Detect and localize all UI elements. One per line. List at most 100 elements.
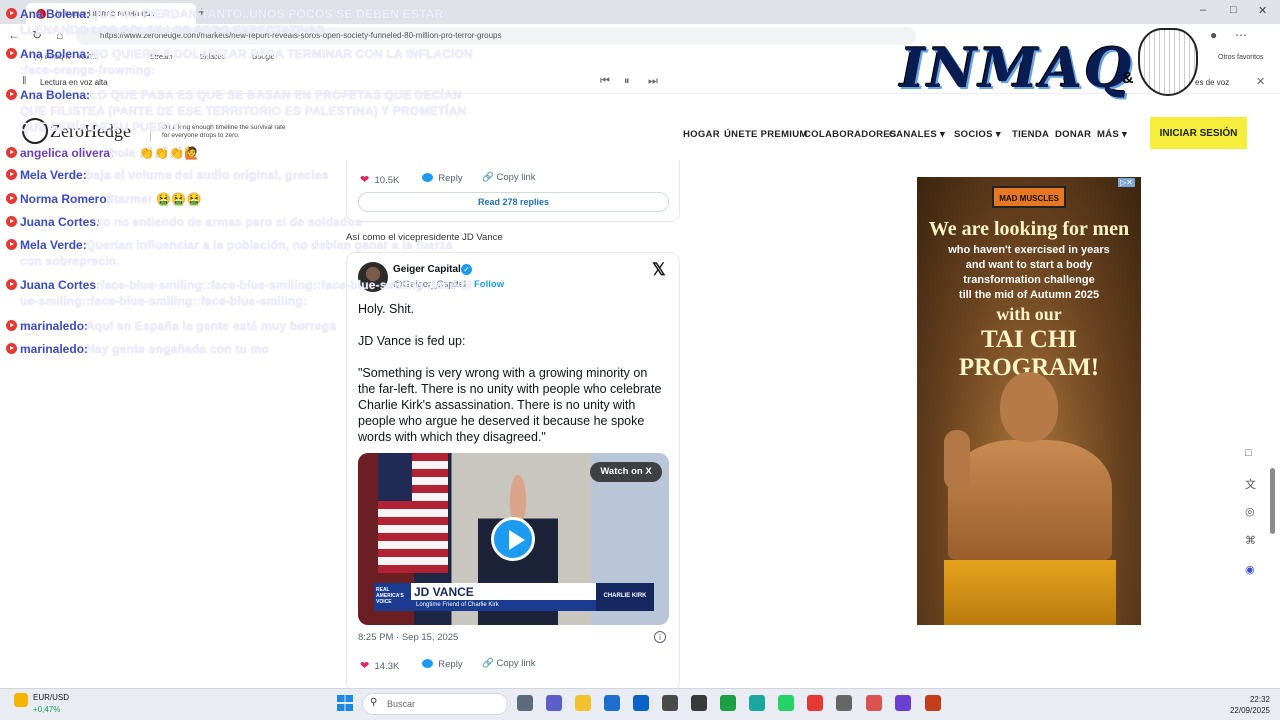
tweet-line-2: JD Vance is fed up: [358,334,466,348]
lower-third-name: JD VANCE [414,585,474,599]
adchoices-icon[interactable]: ▷✕ [1118,178,1135,187]
settings-icon[interactable] [836,695,852,711]
scrollbar-thumb[interactable] [1270,468,1275,534]
lens-icon[interactable]: ◎ [1245,505,1255,518]
translate-icon[interactable]: 文 [1245,476,1256,492]
nav-hogar[interactable]: HOGAR [683,129,720,140]
ad-line-4: till the mid of Autumn 2025 [958,289,1100,301]
lower-third-right: CHARLIE KIRK [596,583,654,611]
reply-button[interactable]: Reply [422,659,463,670]
clock[interactable]: 22:32 22/09/2025 [1226,694,1270,716]
follow-button[interactable]: Follow [474,279,504,290]
youtube-icon [6,216,17,227]
pause-icon[interactable]: ⏸ [624,75,630,88]
ad-figure-hand [944,430,970,490]
widgets-icon[interactable] [14,693,28,707]
chevron-down-icon: ▾ [995,129,1001,140]
link-icon: 🔗 [482,172,494,183]
voice-options[interactable]: es de voz [1195,78,1229,87]
outlook-icon[interactable] [633,695,649,711]
like-count[interactable]: ❤ 14.3K [360,659,399,672]
lower-third-subtitle: Longtime Friend of Charlie Kirk [406,600,596,611]
teams-icon[interactable] [546,695,562,711]
play-icon[interactable] [491,517,535,561]
task-view-icon[interactable] [517,695,533,711]
ad-figure-pants [944,560,1116,625]
currency-pair[interactable]: EUR/USD [33,693,69,702]
youtube-icon [6,239,17,250]
clock-date: 22/09/2025 [1229,706,1270,715]
youtube-icon [6,279,17,290]
login-button[interactable]: INICIAR SESIÓN [1150,117,1247,149]
obs-icon[interactable] [662,695,678,711]
whatsapp-icon[interactable] [778,695,794,711]
previous-icon[interactable]: ⏮ [600,75,610,88]
chevron-down-icon: ▾ [939,129,946,140]
currency-change: +0,47% [33,705,61,714]
tweet-quote: "Something is very wrong with a growing … [358,366,662,444]
active-app-icon[interactable] [866,695,882,711]
link-icon: 🔗 [482,658,494,669]
nav-canales[interactable]: CANALES ▾ [889,129,945,140]
read-aloud-label: Lectura en voz alta [40,78,108,87]
green-app-icon[interactable] [720,695,736,711]
us-flag-canton [378,453,412,501]
file-explorer-icon[interactable] [575,695,591,711]
windows-start-icon[interactable] [337,695,353,711]
ad-with: with our [996,304,1062,324]
other-bookmarks[interactable]: Otros favoritos [1218,54,1264,61]
chevron-down-icon: ▾ [1121,129,1128,140]
read-replies-button[interactable]: Read 278 replies [358,192,669,212]
watch-on-x-button[interactable]: Watch on X [590,462,662,482]
x-logo-icon[interactable]: 𝕏 [652,260,666,280]
search-icon: ⚲ [370,697,378,708]
copilot-icon[interactable]: ◉ [1245,563,1255,576]
info-icon[interactable]: i [654,631,666,643]
back-icon[interactable]: ← [8,28,20,42]
heart-icon: ❤ [360,174,370,186]
extensions-icon[interactable]: ⌘ [1245,534,1256,547]
store-icon[interactable] [604,695,620,711]
scrollbar[interactable] [1269,170,1277,680]
youtube-icon [6,193,17,204]
nav-colaboradores[interactable]: COLABORADORES [804,129,897,140]
reply-icon [422,173,433,182]
prev-copy-link-button[interactable]: 🔗 Copy link [482,172,536,183]
ad-line-3: transformation challenge [963,274,1095,286]
nav-tienda[interactable]: TIENDA [1012,129,1049,140]
taskbar-search-input[interactable]: Buscar [362,693,508,715]
heart-icon: ❤ [360,660,370,672]
youtube-icon [6,343,17,354]
prev-like-count[interactable]: ❤ 10.5K [360,173,399,186]
bookmark-icon[interactable]: □ [1245,447,1252,459]
copy-link-button[interactable]: 🔗 Copy link [482,658,536,669]
close-icon[interactable]: ✕ [1258,4,1267,17]
powerpoint-icon[interactable] [925,695,941,711]
more-icon[interactable]: ⋯ [1235,28,1247,42]
purple-app-icon[interactable] [895,695,911,711]
ad-figure-head [1000,372,1058,442]
inmaq-logo-amp: & [1122,70,1134,87]
youtube-icon [6,147,17,158]
nav-premium[interactable]: ÚNETE PREMIUM [724,129,808,140]
prev-reply-button[interactable]: Reply [422,173,463,184]
maximize-icon[interactable]: □ [1230,4,1237,16]
tweet-timestamp[interactable]: 8:25 PM · Sep 15, 2025 [358,632,458,643]
ad-figure-torso [948,440,1112,560]
app-icon[interactable] [691,695,707,711]
youtube-icon [6,169,17,180]
emblem-icon [1138,28,1198,96]
ad-line-2: and want to start a body [965,259,1093,271]
minimize-icon[interactable]: – [1200,4,1206,16]
chrome-icon[interactable] [807,695,823,711]
profile-icon[interactable]: ● [1210,28,1217,42]
nav-donar[interactable]: DONAR [1055,129,1091,140]
nav-socios[interactable]: SOCIOS ▾ [954,129,1001,140]
ad-brand-badge: MAD MUSCLES [992,186,1066,208]
next-icon[interactable]: ⏭ [648,75,658,88]
ad-headline: We are looking for men [928,218,1130,240]
close-read-aloud-icon[interactable]: ✕ [1256,75,1265,88]
youtube-icon [6,8,17,19]
nav-mas[interactable]: MÁS ▾ [1097,129,1127,140]
edge-icon[interactable] [749,695,765,711]
